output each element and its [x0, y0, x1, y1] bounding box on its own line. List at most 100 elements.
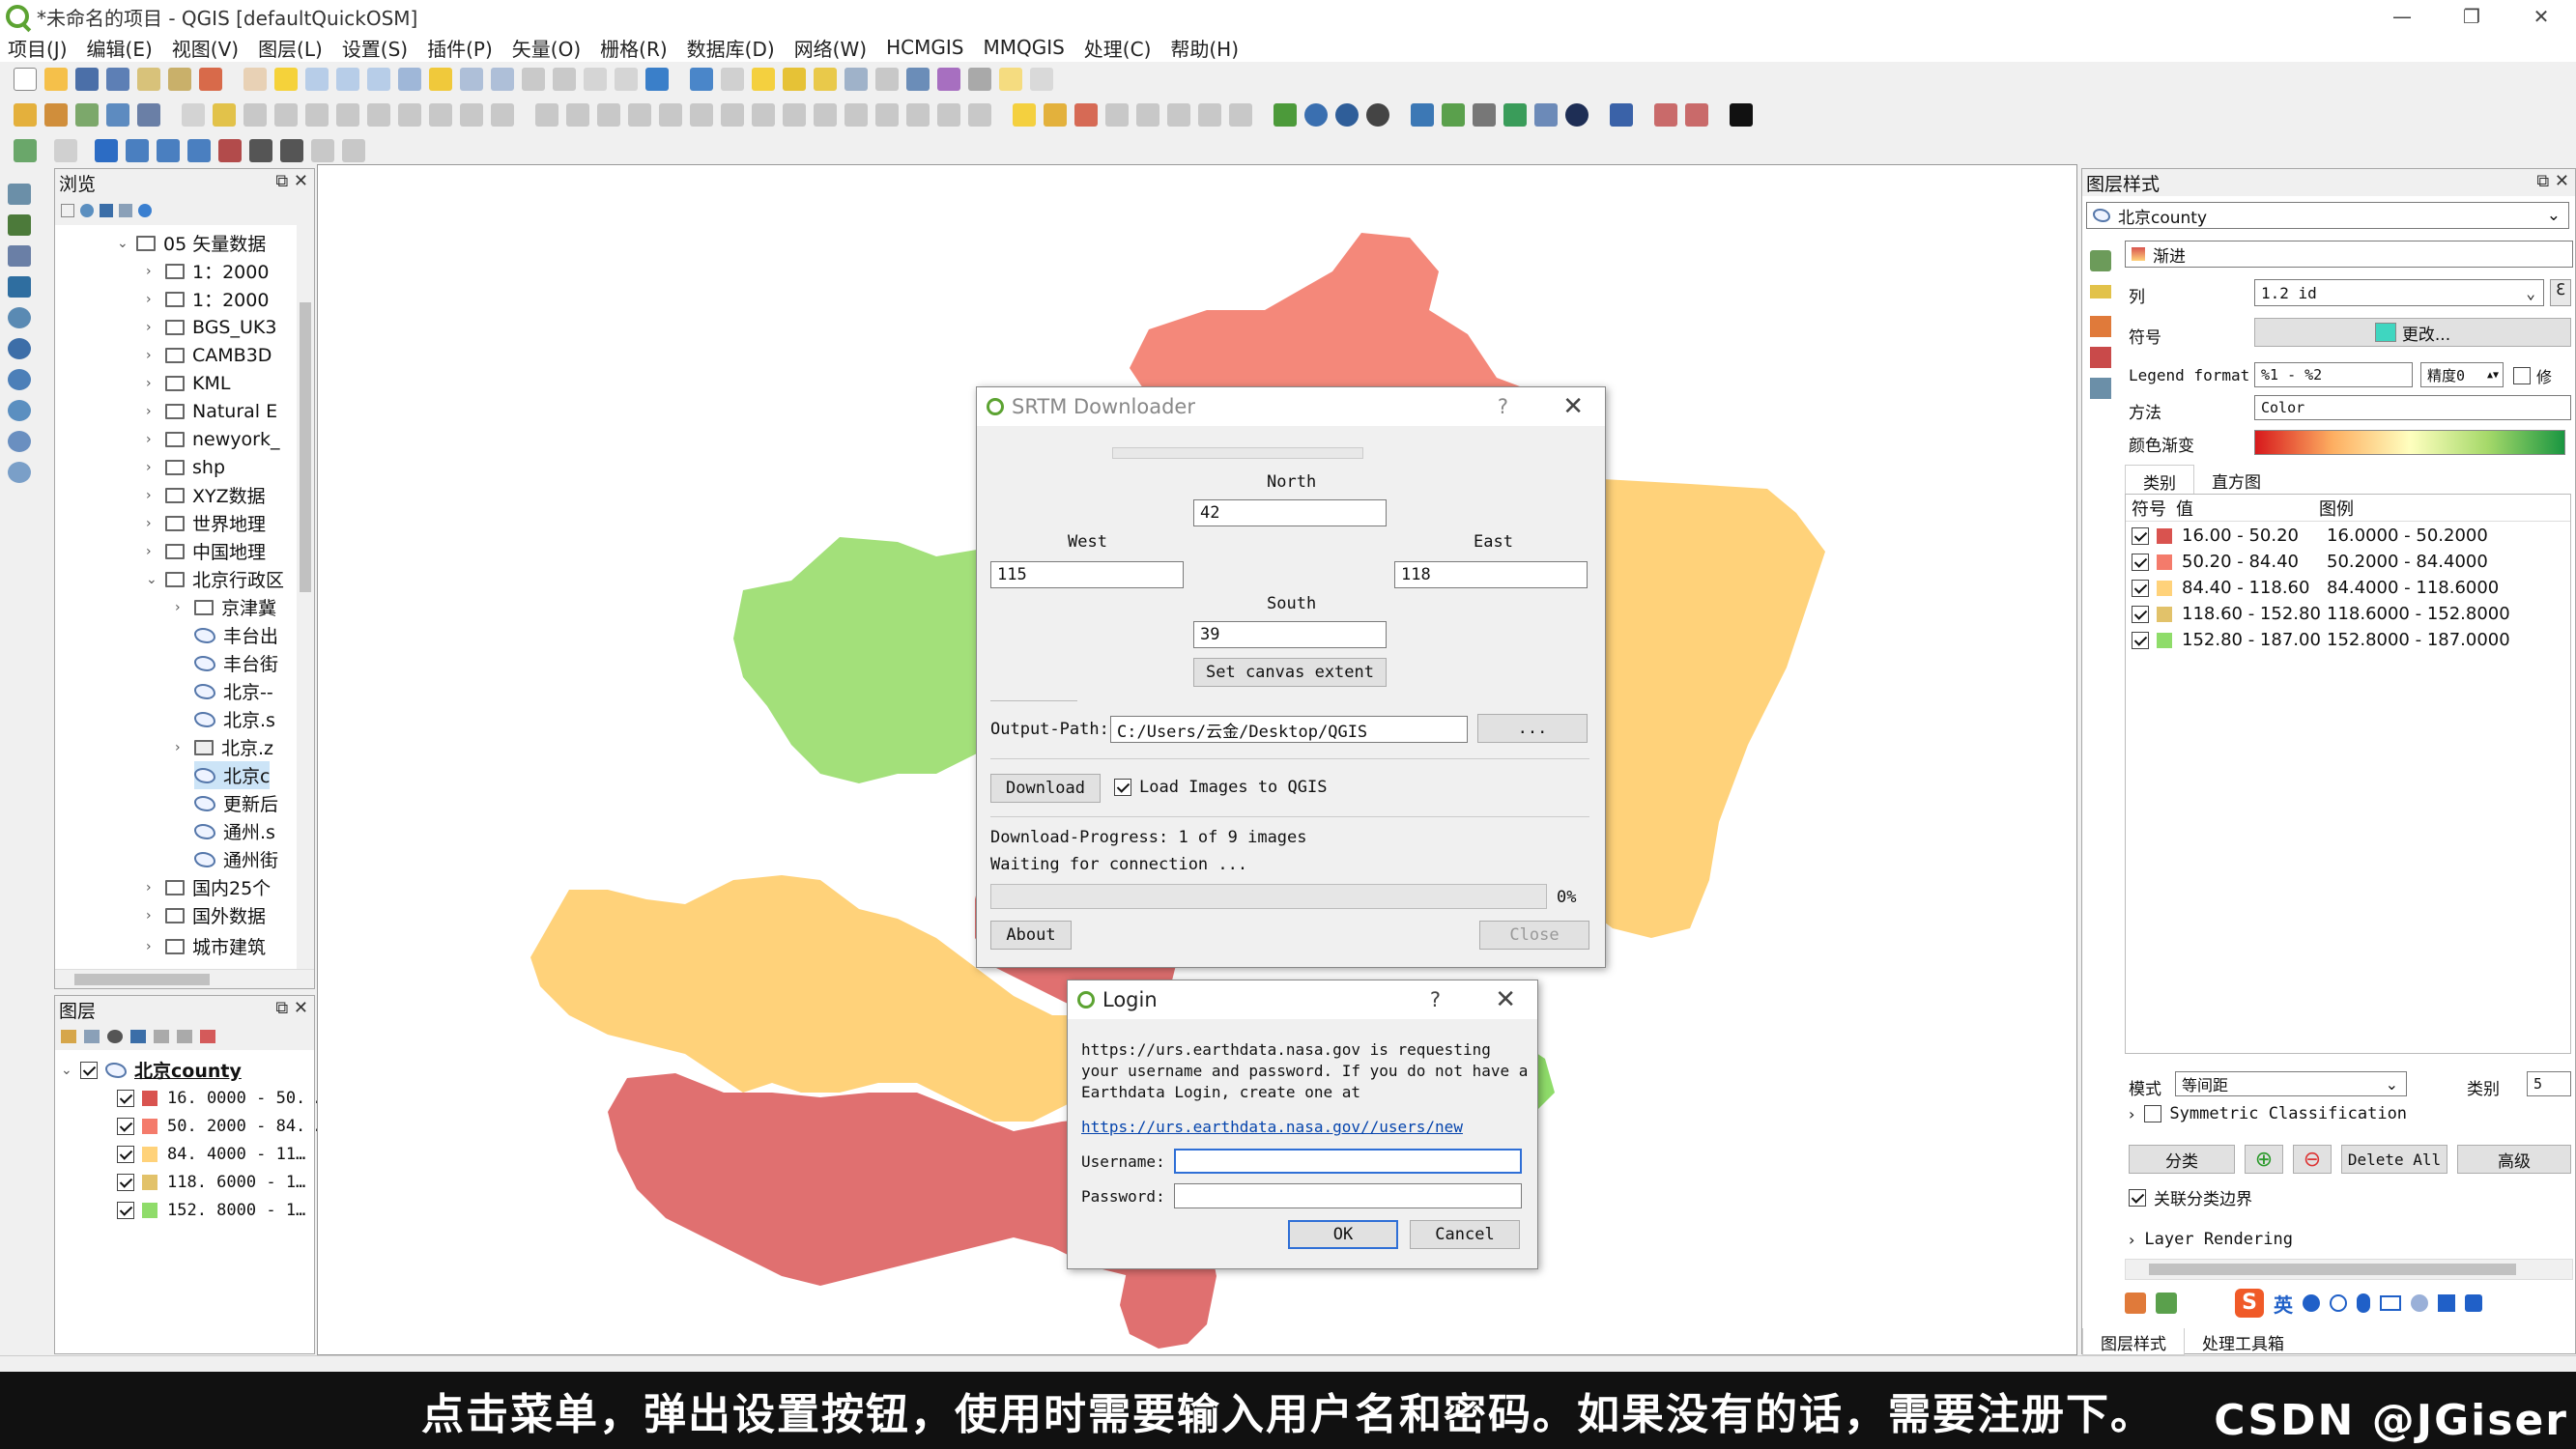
processing-toolbox-icon[interactable]: [906, 68, 930, 91]
menu-raster[interactable]: 栅格(R): [600, 34, 668, 62]
north-input[interactable]: 42: [1193, 499, 1387, 526]
add-ring-icon[interactable]: [628, 103, 651, 127]
diagram-icon[interactable]: [1074, 103, 1098, 127]
pan-icon[interactable]: [243, 68, 267, 91]
minimize-button[interactable]: —: [2367, 0, 2437, 33]
merge-tool-icon[interactable]: [187, 139, 211, 162]
add-spatialite-icon[interactable]: [8, 245, 31, 267]
browser-tree-last[interactable]: › 城市建筑: [146, 932, 266, 960]
set-canvas-extent-button[interactable]: Set canvas extent: [1193, 658, 1387, 687]
load-images-checkbox-row[interactable]: Load Images to QGIS: [1114, 778, 1327, 797]
tree-item[interactable]: 更新后: [194, 789, 278, 817]
remove-class-button[interactable]: ⊖: [2293, 1145, 2332, 1174]
col-legend[interactable]: 图例: [2319, 496, 2354, 521]
add-wms-icon[interactable]: [8, 307, 31, 328]
menu-web[interactable]: 网络(W): [794, 34, 867, 62]
tree-item[interactable]: 通州.s: [194, 817, 275, 845]
ime-tools-icon[interactable]: [2465, 1294, 2482, 1312]
rotate-feature-icon[interactable]: [566, 103, 589, 127]
register-link[interactable]: https://urs.earthdata.nasa.gov//users/ne…: [1081, 1118, 1463, 1136]
digitize-icon[interactable]: [182, 103, 205, 127]
srtm-icon[interactable]: [1503, 103, 1527, 127]
bookmark-icon[interactable]: [615, 68, 638, 91]
georeferencer-icon[interactable]: [1274, 103, 1297, 127]
history-tab-icon[interactable]: [2090, 378, 2111, 399]
label-layer-icon[interactable]: [1044, 103, 1067, 127]
deselect-icon[interactable]: [814, 68, 837, 91]
rotate-label-icon[interactable]: [1198, 103, 1221, 127]
menu-edit[interactable]: 编辑(E): [87, 34, 153, 62]
class-checkbox[interactable]: [117, 1145, 134, 1163]
symbol-change-button[interactable]: 更改...: [2254, 318, 2571, 347]
class-checkbox[interactable]: [2132, 526, 2149, 545]
class-checkbox[interactable]: [117, 1201, 134, 1219]
info-icon[interactable]: [138, 204, 152, 217]
help-button[interactable]: ?: [1430, 988, 1441, 1011]
layers-panel-buttons[interactable]: ⧉ ✕: [275, 998, 308, 1018]
menu-vector[interactable]: 矢量(O): [512, 34, 581, 62]
column-selector[interactable]: 1.2 id ⌄: [2254, 279, 2544, 306]
curve-tool-icon[interactable]: [126, 139, 149, 162]
save-project-icon[interactable]: [75, 68, 99, 91]
zoom-full-icon[interactable]: [398, 68, 421, 91]
counter-icon[interactable]: [249, 139, 272, 162]
new-project-icon[interactable]: [14, 68, 37, 91]
tree-item[interactable]: › 1：2000: [146, 285, 269, 313]
collapse-icon[interactable]: [119, 204, 132, 217]
link-bounds-row[interactable]: 关联分类边界: [2129, 1185, 2252, 1209]
add-group-icon[interactable]: [84, 1030, 100, 1043]
tree-item[interactable]: ⌄ 05 矢量数据: [117, 229, 266, 257]
layer-row[interactable]: ⌄ 北京county: [61, 1056, 242, 1084]
ime-language[interactable]: 英: [2274, 1290, 2293, 1318]
tab-processing-toolbox[interactable]: 处理工具箱: [2185, 1328, 2302, 1355]
add-class-button[interactable]: ⊕: [2245, 1145, 2283, 1174]
layer-visibility-checkbox[interactable]: [80, 1061, 98, 1079]
renderer-selector[interactable]: 渐进: [2125, 241, 2573, 268]
field-calc-icon[interactable]: [875, 68, 899, 91]
remove-layer-icon[interactable]: [200, 1030, 215, 1043]
spin-arrows-icon[interactable]: ▲▼: [2487, 370, 2499, 381]
ime-skin-icon[interactable]: [2438, 1294, 2455, 1312]
col-value[interactable]: 值: [2176, 496, 2193, 521]
tree-item[interactable]: › shp: [146, 453, 225, 481]
offset-curve-icon[interactable]: [814, 103, 837, 127]
tab-histogram[interactable]: 直方图: [2194, 465, 2278, 494]
class-row[interactable]: 50.20 - 84.40 50.2000 - 84.4000: [2132, 552, 2488, 572]
load-images-checkbox[interactable]: [1114, 779, 1131, 796]
grid-tool-icon[interactable]: [1654, 103, 1677, 127]
menu-plugins[interactable]: 插件(P): [427, 34, 493, 62]
delete-part-icon[interactable]: [752, 103, 775, 127]
ime-voice-icon[interactable]: [2357, 1293, 2370, 1313]
vertex-tool-icon[interactable]: [305, 103, 329, 127]
show-label-icon[interactable]: [1136, 103, 1159, 127]
console-icon[interactable]: [1730, 103, 1753, 127]
trim-checkbox[interactable]: [2513, 367, 2531, 384]
menu-processing[interactable]: 处理(C): [1084, 34, 1152, 62]
polyline-tool-icon[interactable]: [218, 139, 242, 162]
tree-item[interactable]: › 世界地理: [146, 509, 266, 537]
copy-icon[interactable]: [398, 103, 421, 127]
legend-format-input[interactable]: %1 - %2: [2254, 362, 2413, 387]
statistics-icon[interactable]: [937, 68, 960, 91]
browser-hscrollbar[interactable]: [55, 969, 314, 988]
menu-layer[interactable]: 图层(L): [258, 34, 323, 62]
refresh-browser-icon[interactable]: [80, 204, 94, 217]
quickosm-icon[interactable]: [1366, 103, 1389, 127]
tree-item-selected[interactable]: 北京c: [194, 761, 271, 789]
tree-item[interactable]: › XYZ数据: [146, 481, 266, 509]
zoom-selection-icon[interactable]: [429, 68, 452, 91]
layer-selector[interactable]: 北京county ⌄: [2086, 202, 2569, 229]
tree-item[interactable]: 北京.s: [194, 705, 275, 733]
save-as-icon[interactable]: [106, 68, 129, 91]
select-features-icon[interactable]: [752, 68, 775, 91]
menu-help[interactable]: 帮助(H): [1170, 34, 1239, 62]
split-parts-icon[interactable]: [875, 103, 899, 127]
close-window-button[interactable]: ✕: [2506, 0, 2576, 33]
redo-icon[interactable]: [491, 103, 514, 127]
new-spatialite-icon[interactable]: [106, 103, 129, 127]
collapse-all-icon[interactable]: [177, 1030, 192, 1043]
add-raster-icon[interactable]: [8, 214, 31, 236]
tools-icon[interactable]: [1534, 103, 1558, 127]
label-tool-icon[interactable]: [1013, 103, 1036, 127]
add-selected-icon[interactable]: [61, 204, 74, 217]
